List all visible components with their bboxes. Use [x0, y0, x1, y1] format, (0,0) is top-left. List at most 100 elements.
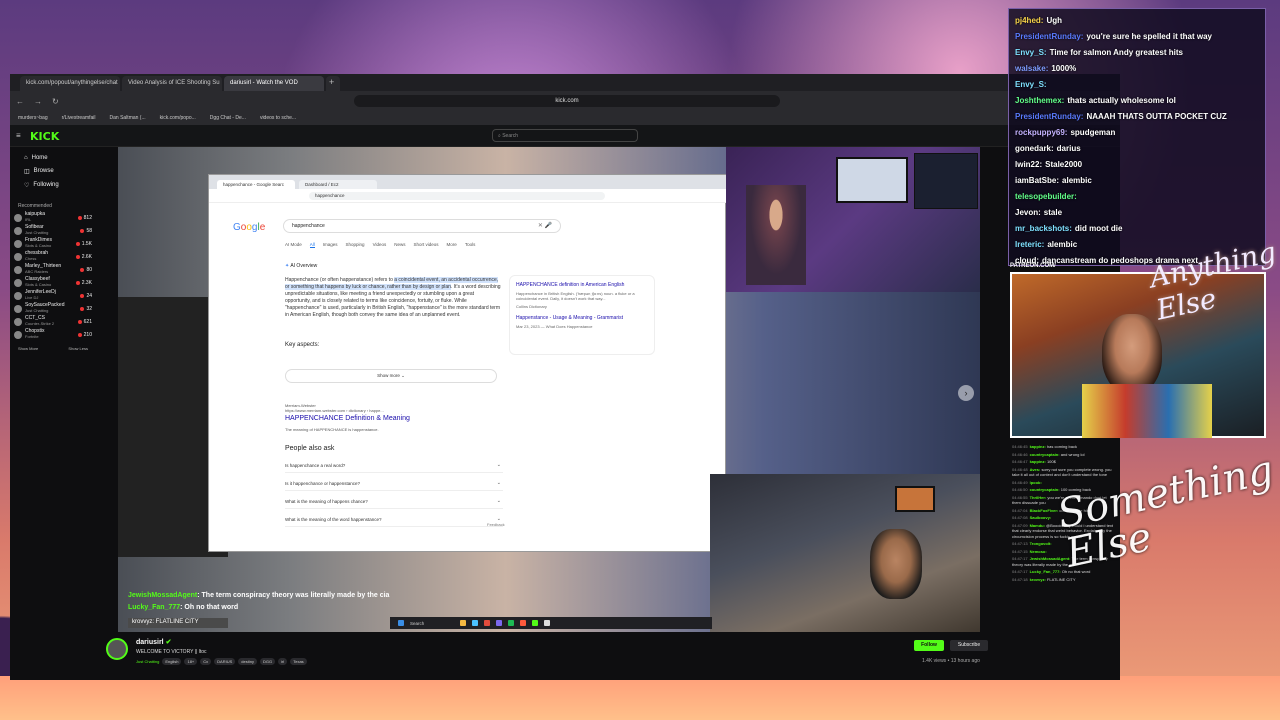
ai-source-card[interactable]: HAPPENCHANCE definition in American Engl… — [509, 275, 655, 355]
chat-time: 04:47:15 — [1012, 548, 1028, 554]
chat-message: did moot die — [1074, 224, 1123, 233]
sidebar-item-home[interactable]: ⌂ Home — [24, 155, 92, 161]
chat-username: mr_backshots: — [1015, 224, 1072, 233]
back-icon[interactable]: ← — [16, 97, 26, 106]
next-arrow-icon[interactable]: › — [958, 385, 974, 401]
ai-overview-heading: ✦ AI Overview — [285, 263, 317, 269]
card-date: Mar 23, 2023 — What Does Happenstance — [516, 324, 593, 329]
channel-item[interactable]: kaipupka IRL 812 — [14, 212, 92, 223]
show-more-button[interactable]: Show more ⌄ — [285, 369, 497, 383]
filter-tab[interactable]: Videos — [373, 242, 387, 248]
new-tab-button[interactable]: + — [326, 76, 340, 91]
chat-username: Nemoso: — [1029, 548, 1047, 554]
channel-item[interactable]: Sofibear Just Chatting 58 — [14, 225, 92, 236]
reload-icon[interactable]: ↻ — [52, 97, 62, 106]
menu-icon[interactable]: ≡ — [16, 131, 21, 140]
tag[interactable]: destiny — [238, 658, 257, 665]
sidebar-item-following[interactable]: ♡ Following — [24, 182, 92, 189]
bookmark[interactable]: kick.com/popo... — [160, 115, 196, 121]
paa-question[interactable]: What is the meaning of happens chance? ⌄ — [285, 495, 503, 509]
channel-item[interactable]: chessbrah Chess 2.6K — [14, 251, 92, 262]
bookmark[interactable]: Dan Saltman (... — [110, 115, 146, 121]
tag[interactable]: Cx — [200, 658, 212, 665]
google-url-field[interactable]: happenchance — [309, 192, 605, 200]
chat-line: Joshthemex: thats actually wholesome lol — [1015, 93, 1259, 109]
filter-tab[interactable]: AI Mode — [285, 242, 302, 248]
filter-tab[interactable]: Images — [323, 242, 338, 248]
chat-message: thats actually wholesome lol — [1067, 96, 1176, 105]
guest-camera-feed — [726, 147, 980, 292]
card-source: Collins Dictionary — [516, 304, 547, 309]
chat-time: 04:47:17 — [1012, 569, 1028, 574]
bookmark[interactable]: Dgg Chat - De... — [210, 115, 246, 121]
filter-tab[interactable]: Tools — [465, 242, 476, 248]
tag[interactable]: English — [162, 658, 182, 665]
google-search-input[interactable]: happenchance ✕ 🎤 — [283, 219, 561, 233]
tag[interactable]: Texas — [290, 658, 307, 665]
chat-time: 04:47:04 — [1012, 507, 1028, 513]
follow-button[interactable]: Follow — [914, 640, 944, 651]
spotify-icon — [508, 620, 514, 626]
video-player[interactable]: happenchance - Google Searc Dashboard / … — [118, 147, 980, 632]
chat-time: 04:46:46 — [1012, 451, 1028, 457]
channel-item[interactable]: CCT_CS Counter-Strike 2 621 — [14, 316, 92, 327]
browser-tab[interactable]: kick.com/popout/anythingelse/chat — [20, 76, 120, 91]
search-input[interactable]: ⌕ Search — [492, 129, 638, 142]
google-tab[interactable]: happenchance - Google Searc — [217, 180, 295, 189]
kick-logo[interactable]: KICK — [30, 130, 59, 143]
feedback-link[interactable]: Feedback — [487, 522, 505, 527]
channel-item[interactable]: Marley_Thirteen ABC Raiders 80 — [14, 264, 92, 275]
chat-time: 04:46:50 — [1012, 487, 1028, 492]
browser-tab[interactable]: Video Analysis of ICE Shooting Su — [122, 76, 222, 91]
tag[interactable]: irl — [278, 658, 288, 665]
channel-item[interactable]: Chopstix Fortnite 210 — [14, 329, 92, 340]
browse-icon: ◫ — [24, 169, 30, 175]
browser-tab-bar: kick.com/popout/anythingelse/chat Video … — [10, 74, 1120, 91]
live-dot-icon — [75, 241, 80, 246]
streamer-name[interactable]: dariusirl ✔ — [136, 638, 171, 646]
chat-line: mr_backshots: did moot die — [1015, 221, 1259, 237]
bookmark[interactable]: murders~bag — [18, 115, 48, 121]
filter-tab[interactable]: Short videos — [414, 242, 439, 248]
browser-tab-active[interactable]: dariusirl - Watch the VOD — [224, 76, 324, 91]
tag[interactable]: DARIUS — [214, 658, 236, 665]
category-link[interactable]: Just Chatting — [136, 658, 159, 665]
show-less-button[interactable]: Show Less — [68, 346, 88, 351]
bookmark[interactable]: r/Livestreamfail — [62, 115, 96, 121]
paa-question[interactable]: What is the meaning of the word happenst… — [285, 513, 503, 527]
url-field[interactable]: kick.com — [354, 95, 780, 107]
bookmark[interactable]: videos to sche... — [260, 115, 296, 121]
paa-question-text: What is the meaning of happens chance? — [285, 499, 368, 504]
avatar — [14, 291, 22, 300]
viewer-count: 32 — [86, 305, 92, 312]
google-query-text: happenchance — [292, 223, 325, 229]
channel-item[interactable]: SoySaucePacked Just Chatting 32 — [14, 303, 92, 314]
chat-message: 1000% — [1051, 64, 1077, 73]
channel-item[interactable]: Classybeef Slots & Casino 2.3K — [14, 277, 92, 288]
channel-item[interactable]: FrankDimes Slots & Casino 1.5K — [14, 238, 92, 249]
show-more-button[interactable]: Show More — [18, 346, 38, 351]
tag[interactable]: 18+ — [184, 658, 198, 665]
live-dot-icon — [77, 332, 82, 337]
google-tab-bar: happenchance - Google Searc Dashboard / … — [209, 175, 727, 189]
paa-question[interactable]: Is it happenchance or happenstance? ⌄ — [285, 477, 503, 491]
background-ground — [0, 676, 1280, 720]
filter-tab[interactable]: Shopping — [346, 242, 365, 248]
tag[interactable]: DGG — [259, 658, 276, 665]
result-link[interactable]: HAPPENCHANCE Definition & Meaning — [285, 415, 410, 422]
paa-question[interactable]: Is happenchance a real word? ⌄ — [285, 459, 503, 473]
channel-item[interactable]: JenniferLeeDj Live DJ 24 — [14, 290, 92, 301]
forward-icon[interactable]: → — [34, 97, 44, 106]
subscribe-button[interactable]: Subscribe — [950, 640, 988, 651]
google-tab[interactable]: Dashboard / Ec2 — [299, 180, 377, 189]
filter-tab[interactable]: News — [394, 242, 405, 248]
filter-tab[interactable]: More — [447, 242, 457, 248]
search-placeholder: Search — [502, 133, 519, 139]
sidebar-item-browse[interactable]: ◫ Browse — [24, 168, 92, 175]
avatar[interactable] — [106, 638, 128, 660]
clear-icon[interactable]: ✕ 🎤 — [538, 222, 552, 229]
chat-username: PresidentRunday: — [1015, 32, 1084, 41]
channel-category: Fortnite — [25, 334, 39, 339]
ai-overview-label: AI Overview — [290, 263, 318, 269]
filter-tab-active[interactable]: All — [309, 242, 315, 248]
